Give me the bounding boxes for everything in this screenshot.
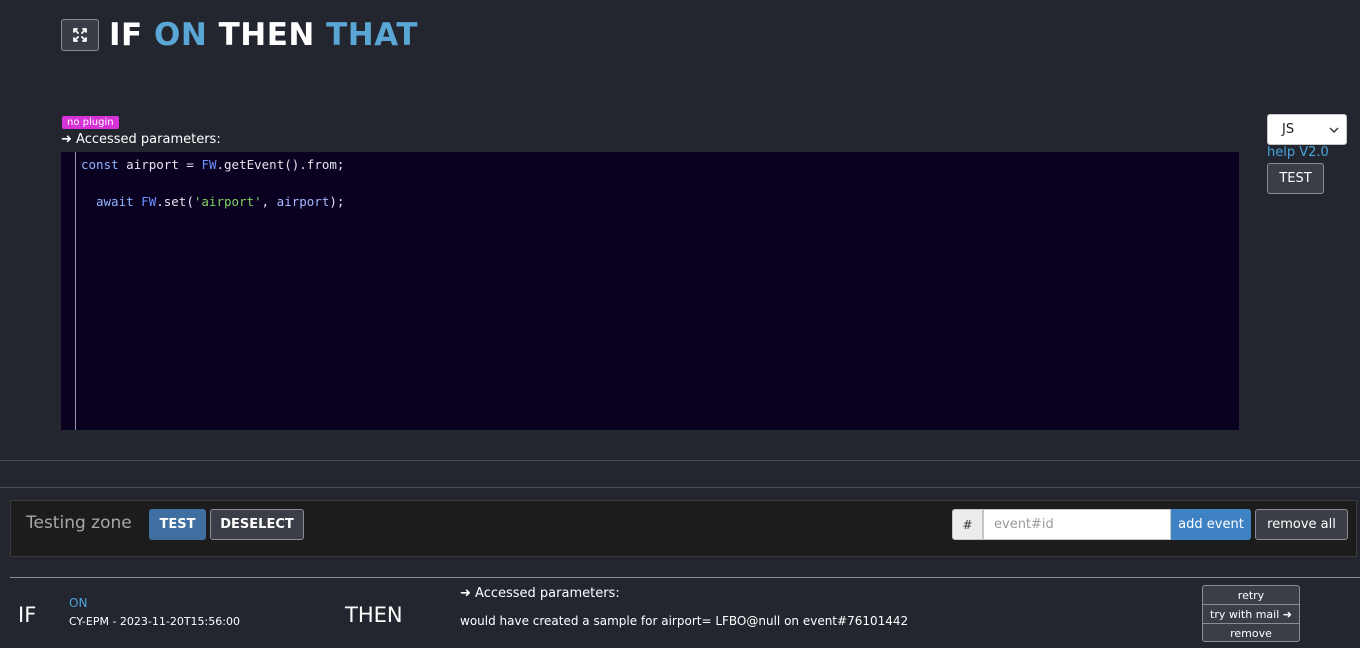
testing-test-button[interactable]: TEST [149, 509, 206, 540]
code-line-1[interactable]: const airport = FW.getEvent().from; [81, 157, 344, 172]
language-select[interactable]: JS [1267, 114, 1347, 145]
expand-button[interactable] [61, 19, 99, 51]
event-id-input[interactable] [983, 509, 1171, 540]
code-editor[interactable]: const airport = FW.getEvent().from; awai… [61, 152, 1239, 430]
no-plugin-badge: no plugin [62, 116, 119, 129]
result-actions: retry try with mail ➜ remove [1202, 585, 1300, 642]
hash-prefix: # [952, 509, 983, 540]
title-then: THEN [218, 17, 315, 53]
title-on: ON [154, 17, 208, 53]
remove-all-button[interactable]: remove all [1255, 509, 1348, 540]
testing-zone-label: Testing zone [26, 513, 132, 533]
deselect-button[interactable]: DESELECT [210, 509, 304, 540]
add-event-button[interactable]: add event [1171, 509, 1251, 540]
testing-zone: Testing zone TEST DESELECT # add event r… [10, 500, 1357, 557]
code-text: airport = [118, 157, 202, 172]
code-string: 'airport' [193, 194, 262, 209]
result-then-label: THEN [345, 603, 403, 627]
code-keyword: const [81, 157, 119, 172]
code-line-2[interactable]: await FW.set('airport', airport); [96, 194, 344, 209]
title-that: THAT [326, 17, 418, 53]
remove-button[interactable]: remove [1203, 624, 1299, 643]
result-on-label: ON [69, 596, 88, 610]
page-title: IF ON THEN THAT [109, 17, 418, 53]
code-text: , [261, 194, 277, 209]
divider [10, 577, 1360, 578]
result-event: CY-EPM - 2023-11-20T15:56:00 [69, 615, 240, 628]
accessed-parameters-label: ➜ Accessed parameters: [61, 132, 221, 147]
retry-button[interactable]: retry [1203, 586, 1299, 605]
try-with-mail-button[interactable]: try with mail ➜ [1203, 605, 1299, 624]
help-link[interactable]: help V2.0 [1267, 145, 1329, 160]
chevron-down-icon [1329, 127, 1339, 133]
code-variable: airport [276, 194, 330, 209]
divider [0, 487, 1360, 488]
expand-icon [73, 28, 87, 42]
editor-gutter [75, 152, 76, 430]
code-text: ); [329, 194, 345, 209]
side-test-button[interactable]: TEST [1267, 163, 1324, 194]
divider [0, 460, 1360, 461]
code-object: FW [141, 194, 157, 209]
code-object: FW [201, 157, 217, 172]
title-if: IF [109, 17, 143, 53]
code-text: .getEvent().from; [216, 157, 345, 172]
language-select-value: JS [1282, 122, 1295, 137]
code-text: .set( [156, 194, 194, 209]
code-keyword: await [96, 194, 134, 209]
result-params-label: ➜ Accessed parameters: [460, 586, 620, 601]
result-message: would have created a sample for airport=… [460, 614, 909, 628]
header: IF ON THEN THAT [61, 17, 418, 53]
result-if-label: IF [18, 603, 37, 627]
